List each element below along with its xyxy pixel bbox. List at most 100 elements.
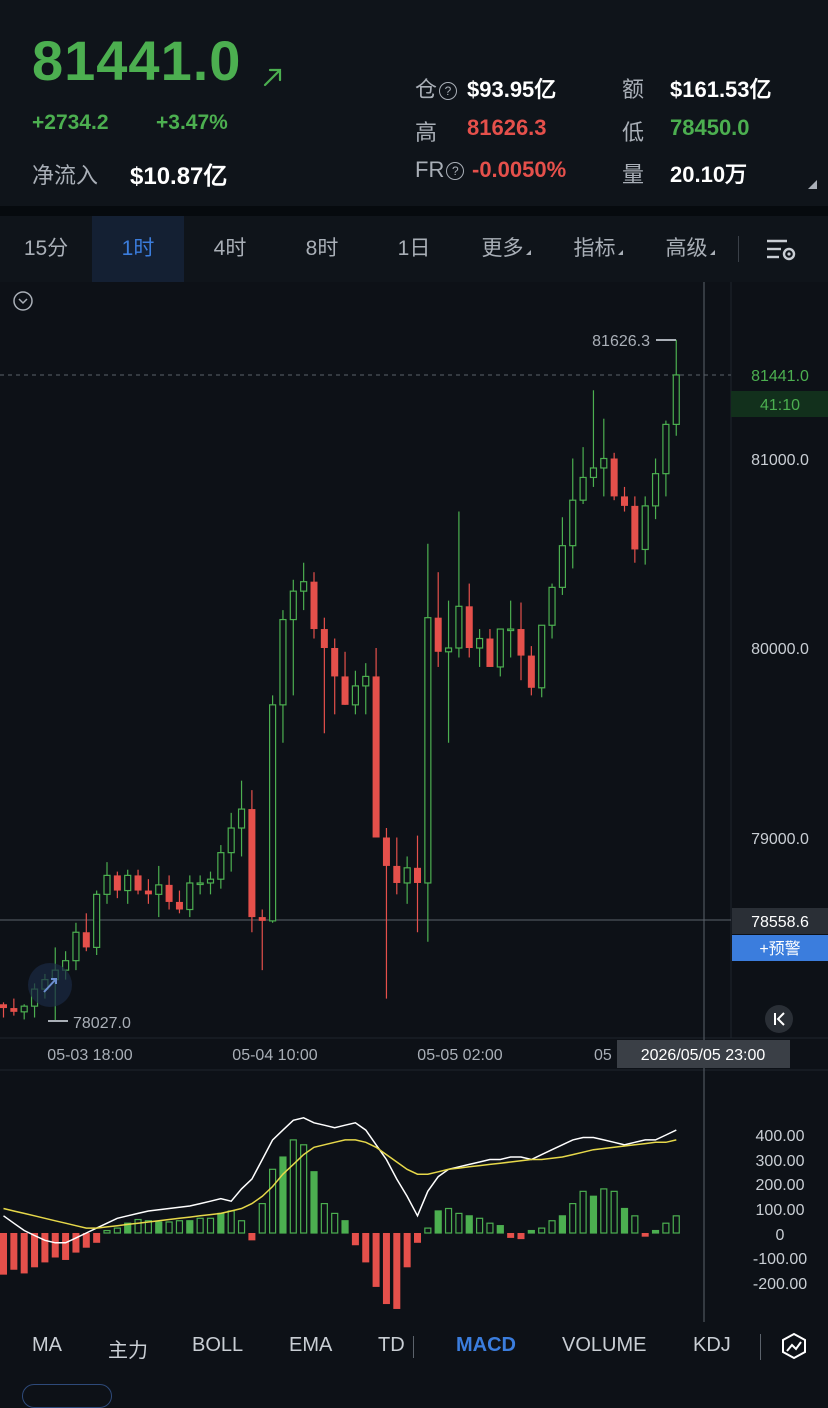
macd-axis-label: -200.00 <box>753 1276 807 1293</box>
timeframe-8h[interactable]: 8时 <box>276 216 368 282</box>
candle <box>186 875 194 918</box>
macd-histogram-bar <box>538 1227 546 1234</box>
timeframe-more-dropdown[interactable]: 更多 <box>460 216 552 282</box>
open-interest-label[interactable]: 仓? <box>415 72 458 104</box>
price-axis-label: 80000.0 <box>751 641 809 658</box>
low-value: 78450.0 <box>670 115 750 140</box>
macd-histogram-bar <box>672 1215 680 1234</box>
macd-histogram-bar <box>258 1202 266 1234</box>
candle <box>527 646 535 696</box>
price-chart[interactable]: 81626.3 78027.0 81441.0 41:10 81000.0 80… <box>0 282 828 1322</box>
macd-histogram-bar <box>0 1233 7 1275</box>
candle-body <box>424 617 432 884</box>
candle-body <box>641 505 649 551</box>
candle <box>269 695 277 923</box>
macd-histogram-bar <box>289 1139 297 1234</box>
candle <box>579 447 587 504</box>
indicator-ma[interactable]: MA <box>32 1334 62 1357</box>
macd-histogram-bar <box>237 1220 246 1234</box>
candle-body <box>621 496 628 506</box>
macd-histogram-bar <box>620 1207 629 1234</box>
indicator-td[interactable]: TD <box>378 1334 405 1357</box>
timeframe-1d[interactable]: 1日 <box>368 216 460 282</box>
candle <box>258 909 266 971</box>
candle <box>672 339 680 436</box>
expand-corner-icon[interactable] <box>808 180 817 189</box>
advanced-dropdown[interactable]: 高级 <box>644 216 736 282</box>
macd-histogram-bar <box>320 1202 328 1234</box>
candle-body <box>662 423 670 475</box>
candle-body <box>206 878 215 884</box>
floating-action-pill[interactable] <box>22 1384 112 1408</box>
macd-histogram-bar <box>507 1233 515 1238</box>
price-change-percent: +3.47% <box>156 111 228 134</box>
candle <box>103 862 111 904</box>
indicator-volume[interactable]: VOLUME <box>562 1334 646 1357</box>
timeframe-15m[interactable]: 15分 <box>0 216 92 282</box>
turnover-value: $161.53亿 <box>670 77 772 102</box>
indicator-boll[interactable]: BOLL <box>192 1334 243 1357</box>
indicator-main-force[interactable]: 主力 <box>108 1334 148 1363</box>
candle <box>82 913 90 952</box>
macd-histogram-bar <box>341 1220 349 1234</box>
candle-body <box>289 590 297 621</box>
macd-histogram-bar <box>444 1207 453 1234</box>
macd-histogram-bar <box>548 1220 556 1234</box>
timeframe-label: 更多 <box>481 237 524 260</box>
indicator-macd[interactable]: MACD <box>456 1334 516 1357</box>
macd-panel <box>0 1117 680 1309</box>
candle-body <box>486 638 494 667</box>
candle-body <box>103 874 111 895</box>
candle <box>382 828 390 999</box>
macd-axis-label: -100.00 <box>753 1251 807 1268</box>
indicator-ema[interactable]: EMA <box>289 1334 332 1357</box>
help-icon[interactable]: ? <box>446 162 465 180</box>
macd-histogram-bar <box>662 1222 670 1234</box>
low-marker: 78027.0 <box>73 1015 131 1032</box>
chart-type-icon[interactable] <box>779 1331 809 1361</box>
timeframe-1h[interactable]: 1时 <box>92 216 184 282</box>
drawing-tool-button[interactable] <box>28 963 72 1007</box>
set-alert-label: +预警 <box>759 940 800 958</box>
candle-body <box>517 629 525 656</box>
candle <box>414 835 421 933</box>
price-axis-label: 79000.0 <box>751 831 809 848</box>
macd-histogram-bar <box>651 1229 660 1234</box>
scroll-to-latest-button[interactable] <box>765 1005 793 1033</box>
candle <box>621 486 628 512</box>
candle <box>569 458 577 569</box>
high-label: 高 <box>415 120 438 145</box>
indicator-kdj[interactable]: KDJ <box>693 1334 731 1357</box>
candle-body <box>227 827 235 854</box>
macd-histogram-bar <box>206 1217 215 1234</box>
indicator-dropdown[interactable]: 指标 <box>552 216 644 282</box>
candle <box>196 875 204 895</box>
chart-settings-icon[interactable] <box>765 237 797 263</box>
macd-histogram-bar <box>382 1233 390 1305</box>
collapse-toggle[interactable] <box>13 291 33 311</box>
candle <box>310 572 318 639</box>
crosshair-time-tag: 2026/05/05 23:00 <box>641 1047 766 1064</box>
divider <box>0 206 828 216</box>
timeframe-label: 指标 <box>573 237 616 260</box>
candle <box>651 458 660 520</box>
net-inflow-value: $10.87亿 <box>130 163 228 190</box>
macd-histogram-bar <box>589 1195 598 1234</box>
timeframe-4h[interactable]: 4时 <box>184 216 276 282</box>
candle-body <box>465 606 473 648</box>
turnover-label: 额 <box>622 77 645 102</box>
candle-body <box>320 629 328 648</box>
candle <box>93 890 101 955</box>
candle-body <box>144 890 152 895</box>
help-icon[interactable]: ? <box>439 82 458 100</box>
volume-label: 量 <box>622 162 645 187</box>
candle <box>237 780 246 857</box>
candle-body <box>403 867 411 884</box>
macd-histogram-bar <box>351 1233 359 1246</box>
funding-rate-label[interactable]: FR? <box>415 157 465 183</box>
timeframe-label: 1日 <box>397 237 431 260</box>
candle-body <box>165 884 173 902</box>
macd-histogram-bar <box>424 1227 432 1234</box>
candle <box>393 837 401 895</box>
candle-body <box>175 901 183 910</box>
